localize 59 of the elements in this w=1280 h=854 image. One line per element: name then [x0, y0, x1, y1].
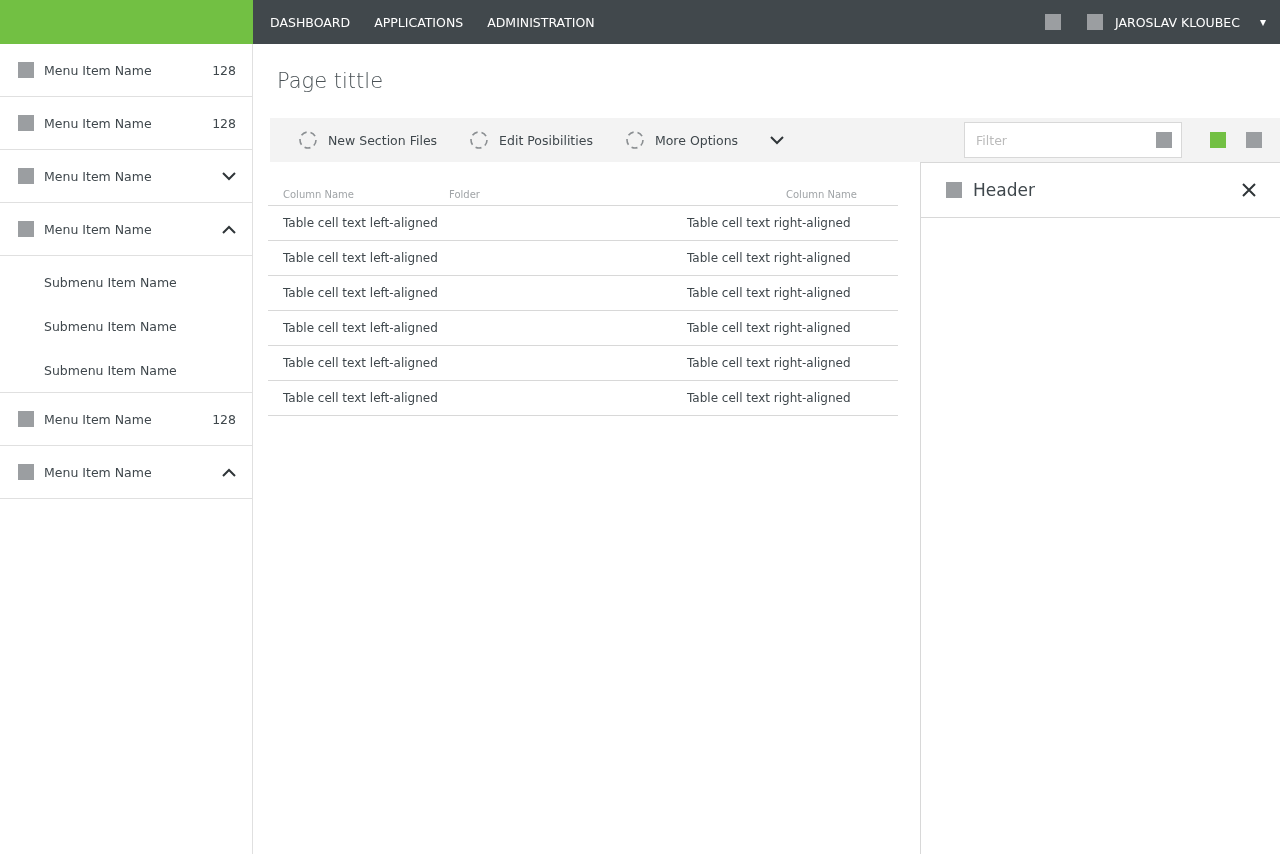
- sidebar-item[interactable]: Menu Item Name: [0, 150, 252, 203]
- square-icon: [18, 168, 34, 184]
- square-icon: [946, 182, 962, 198]
- column-header: Column Name: [282, 189, 355, 200]
- view-toggle[interactable]: [1246, 132, 1262, 148]
- sidebar-item[interactable]: Menu Item Name 128: [0, 44, 252, 97]
- item-count: 128: [212, 411, 236, 427]
- square-icon: [18, 115, 34, 131]
- close-icon[interactable]: [1242, 183, 1256, 197]
- item-count: 128: [212, 115, 236, 131]
- sidebar-item[interactable]: Menu Item Name: [0, 203, 252, 256]
- item-count: 128: [212, 62, 236, 78]
- square-icon: [18, 464, 34, 480]
- sidebar-item[interactable]: Menu Item Name 128: [0, 97, 252, 150]
- menu-item-label: Menu Item Name: [44, 115, 153, 131]
- nav-tab[interactable]: DASHBOARD: [258, 0, 363, 44]
- square-icon[interactable]: [1045, 14, 1062, 30]
- menu-item-label: Menu Item Name: [44, 464, 153, 480]
- submenu-item[interactable]: Submenu Item Name: [0, 348, 252, 392]
- table-cell-text: Table cell text right-aligned: [686, 356, 852, 370]
- toolbar-action[interactable]: New Section Files: [298, 130, 438, 150]
- table-cell-text: Table cell text right-aligned: [686, 321, 852, 335]
- dashed-circle-icon: [469, 130, 490, 150]
- more-options-dropdown[interactable]: [770, 135, 785, 145]
- view-toggle[interactable]: [1210, 132, 1226, 148]
- user-menu-caret[interactable]: ▾: [1259, 15, 1266, 29]
- submenu-item[interactable]: Submenu Item Name: [0, 304, 252, 348]
- avatar-icon: [1087, 14, 1104, 30]
- nav-tab[interactable]: ADMINISTRATION: [475, 0, 607, 44]
- page-title: Page tittle: [276, 68, 385, 95]
- dashed-circle-icon: [298, 130, 318, 150]
- chevron-up-icon: [222, 467, 236, 477]
- table-cell-text: Table cell text right-aligned: [686, 391, 852, 405]
- table-cell-text: Table cell text right-aligned: [686, 286, 852, 300]
- toolbar-action[interactable]: More Options: [624, 130, 739, 150]
- menu-item-label: Menu Item Name: [44, 221, 153, 237]
- chevron-down-icon: [222, 171, 236, 181]
- square-icon: [18, 411, 34, 427]
- sidebar-item[interactable]: Menu Item Name: [0, 446, 252, 499]
- user-name[interactable]: JAROSLAV KLOUBEC: [1115, 14, 1240, 30]
- table-cell-text: Table cell text right-aligned: [686, 216, 852, 230]
- panel-header: Header: [973, 180, 1036, 200]
- chevron-up-icon: [222, 224, 236, 234]
- dashed-circle-icon: [624, 130, 645, 150]
- column-header: Folder: [448, 189, 481, 200]
- toolbar-action[interactable]: Edit Posibilities: [469, 130, 593, 150]
- square-icon: [18, 62, 34, 78]
- chevron-down-icon: [770, 135, 785, 145]
- submenu-item[interactable]: Submenu Item Name: [0, 260, 252, 304]
- filter-field[interactable]: Filter: [964, 122, 1182, 158]
- menu-item-label: Menu Item Name: [44, 168, 153, 184]
- square-icon: [18, 221, 34, 237]
- sidebar-item[interactable]: Menu Item Name 128: [0, 393, 252, 446]
- table-cell-text: Table cell text right-aligned: [686, 251, 852, 265]
- menu-item-label: Menu Item Name: [44, 62, 153, 78]
- column-header: Column Name: [785, 189, 858, 200]
- nav-tab[interactable]: APPLICATIONS: [362, 0, 476, 44]
- menu-item-label: Menu Item Name: [44, 411, 153, 427]
- square-icon: [1156, 132, 1172, 148]
